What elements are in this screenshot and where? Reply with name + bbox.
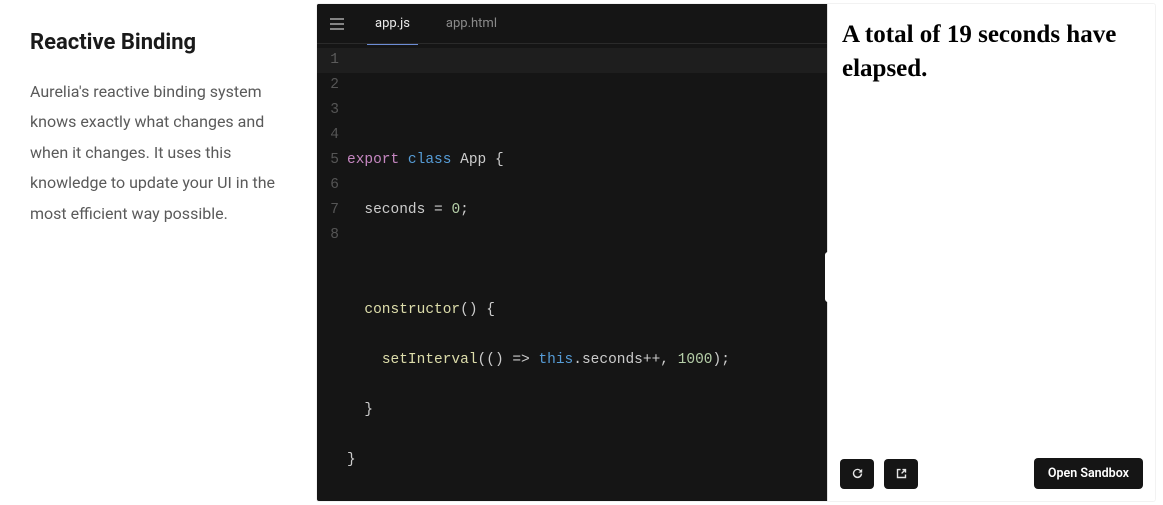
line-number: 2 — [317, 73, 339, 98]
description-panel: Reactive Binding Aurelia's reactive bind… — [0, 0, 317, 505]
parens: ) — [495, 352, 504, 368]
line-number: 3 — [317, 98, 339, 123]
number-literal: 0 — [451, 202, 460, 218]
line-number: 4 — [317, 123, 339, 148]
preview-panel: A total of 19 seconds have elapsed. Open… — [827, 4, 1155, 501]
operator: ++ — [643, 352, 660, 368]
semicolon: ; — [460, 202, 469, 218]
refresh-button[interactable] — [840, 459, 874, 489]
keyword-export: export — [347, 152, 399, 168]
code-sandbox: app.js app.html 1 2 3 4 5 6 7 8 export c… — [317, 4, 1155, 501]
keyword-class: class — [408, 152, 452, 168]
brace: { — [495, 152, 504, 168]
editor-panel: app.js app.html 1 2 3 4 5 6 7 8 export c… — [317, 4, 827, 501]
code-editor[interactable]: 1 2 3 4 5 6 7 8 export class App { secon… — [317, 44, 827, 501]
constructor-keyword: constructor — [364, 302, 460, 318]
parens: ); — [713, 352, 730, 368]
external-link-icon — [894, 466, 909, 481]
line-number: 8 — [317, 223, 339, 248]
line-number: 7 — [317, 198, 339, 223]
output-text: A total of 19 seconds have elapsed. — [842, 18, 1141, 86]
resize-handle[interactable] — [825, 252, 831, 302]
open-new-window-button[interactable] — [884, 459, 918, 489]
keyword-this: this — [538, 352, 573, 368]
brace: { — [486, 302, 495, 318]
tab-app-js[interactable]: app.js — [357, 4, 428, 44]
refresh-icon — [850, 466, 865, 481]
property: seconds — [364, 202, 425, 218]
brace: } — [347, 452, 356, 468]
line-number: 6 — [317, 173, 339, 198]
line-gutter: 1 2 3 4 5 6 7 8 — [317, 48, 347, 501]
section-description: Aurelia's reactive binding system knows … — [30, 77, 287, 229]
number-literal: 1000 — [678, 352, 713, 368]
preview-output: A total of 19 seconds have elapsed. — [828, 4, 1155, 501]
open-sandbox-button[interactable]: Open Sandbox — [1034, 458, 1143, 489]
tab-app-html[interactable]: app.html — [428, 4, 515, 44]
code-content[interactable]: export class App { seconds = 0; construc… — [347, 48, 827, 501]
preview-toolbar: Open Sandbox — [840, 458, 1143, 489]
active-line-highlight — [317, 48, 827, 73]
editor-tabbar: app.js app.html — [317, 4, 827, 44]
parens: () — [460, 302, 477, 318]
operator: = — [434, 202, 443, 218]
menu-icon[interactable] — [317, 4, 357, 44]
line-number: 5 — [317, 148, 339, 173]
parens: (( — [478, 352, 495, 368]
dot: . — [573, 352, 582, 368]
class-name: App — [460, 152, 486, 168]
arrow: => — [512, 352, 529, 368]
comma: , — [660, 352, 669, 368]
function-call: setInterval — [382, 352, 478, 368]
section-title: Reactive Binding — [30, 30, 287, 55]
property: seconds — [582, 352, 643, 368]
brace: } — [364, 402, 373, 418]
